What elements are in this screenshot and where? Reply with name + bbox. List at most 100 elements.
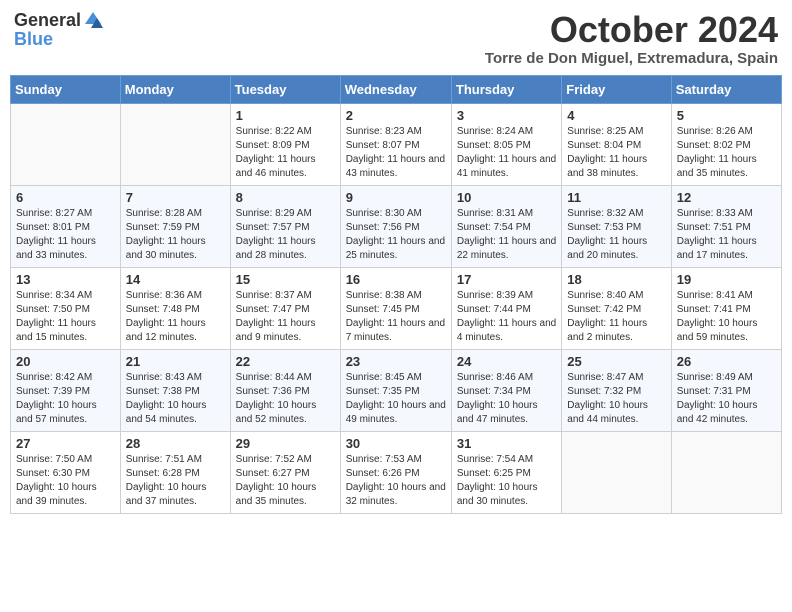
day-detail: Sunrise: 7:51 AMSunset: 6:28 PMDaylight:… (126, 454, 207, 507)
col-wednesday: Wednesday (340, 75, 451, 103)
day-number: 5 (677, 108, 776, 123)
day-detail: Sunrise: 8:28 AMSunset: 7:59 PMDaylight:… (126, 208, 206, 261)
day-number: 3 (457, 108, 556, 123)
col-tuesday: Tuesday (230, 75, 340, 103)
table-row: 24 Sunrise: 8:46 AMSunset: 7:34 PMDayligh… (451, 349, 561, 431)
day-number: 12 (677, 190, 776, 205)
day-detail: Sunrise: 8:49 AMSunset: 7:31 PMDaylight:… (677, 372, 758, 425)
table-row: 29 Sunrise: 7:52 AMSunset: 6:27 PMDayligh… (230, 431, 340, 513)
page-header: General Blue October 2024 Torre de Don M… (10, 10, 782, 67)
day-detail: Sunrise: 8:45 AMSunset: 7:35 PMDaylight:… (346, 372, 446, 425)
table-row (562, 431, 671, 513)
day-number: 22 (236, 354, 335, 369)
day-number: 13 (16, 272, 115, 287)
calendar-week-row: 20Sunrise: 8:42 AMSunset: 7:39 PMDayligh… (11, 349, 782, 431)
col-sunday: Sunday (11, 75, 121, 103)
calendar-week-row: 1 Sunrise: 8:22 AMSunset: 8:09 PMDaylight… (11, 103, 782, 185)
calendar-table: Sunday Monday Tuesday Wednesday Thursday… (10, 75, 782, 514)
calendar-week-row: 27Sunrise: 7:50 AMSunset: 6:30 PMDayligh… (11, 431, 782, 513)
day-detail: Sunrise: 8:44 AMSunset: 7:36 PMDaylight:… (236, 372, 317, 425)
day-detail: Sunrise: 8:22 AMSunset: 8:09 PMDaylight:… (236, 126, 316, 179)
col-thursday: Thursday (451, 75, 561, 103)
day-detail: Sunrise: 8:26 AMSunset: 8:02 PMDaylight:… (677, 126, 757, 179)
logo-blue: Blue (14, 30, 103, 48)
day-number: 28 (126, 436, 225, 451)
table-row: 25 Sunrise: 8:47 AMSunset: 7:32 PMDayligh… (562, 349, 671, 431)
day-number: 21 (126, 354, 225, 369)
table-row: 22 Sunrise: 8:44 AMSunset: 7:36 PMDayligh… (230, 349, 340, 431)
table-row: 3 Sunrise: 8:24 AMSunset: 8:05 PMDaylight… (451, 103, 561, 185)
day-number: 19 (677, 272, 776, 287)
day-number: 2 (346, 108, 446, 123)
table-row (120, 103, 230, 185)
day-detail: Sunrise: 8:24 AMSunset: 8:05 PMDaylight:… (457, 126, 556, 179)
table-row: 4Sunrise: 8:25 AMSunset: 8:04 PMDaylight… (562, 103, 671, 185)
table-row: 19Sunrise: 8:41 AMSunset: 7:41 PMDayligh… (671, 267, 781, 349)
day-detail: Sunrise: 8:46 AMSunset: 7:34 PMDaylight:… (457, 372, 538, 425)
day-detail: Sunrise: 8:36 AMSunset: 7:48 PMDaylight:… (126, 290, 206, 343)
table-row: 7 Sunrise: 8:28 AMSunset: 7:59 PMDaylight… (120, 185, 230, 267)
location-title: Torre de Don Miguel, Extremadura, Spain (485, 50, 778, 67)
table-row: 6Sunrise: 8:27 AMSunset: 8:01 PMDaylight… (11, 185, 121, 267)
table-row: 16 Sunrise: 8:38 AMSunset: 7:45 PMDayligh… (340, 267, 451, 349)
day-number: 25 (567, 354, 665, 369)
table-row: 30Sunrise: 7:53 AMSunset: 6:26 PMDayligh… (340, 431, 451, 513)
day-detail: Sunrise: 8:29 AMSunset: 7:57 PMDaylight:… (236, 208, 316, 261)
table-row: 8 Sunrise: 8:29 AMSunset: 7:57 PMDaylight… (230, 185, 340, 267)
day-number: 15 (236, 272, 335, 287)
day-detail: Sunrise: 8:37 AMSunset: 7:47 PMDaylight:… (236, 290, 316, 343)
day-number: 17 (457, 272, 556, 287)
day-number: 7 (126, 190, 225, 205)
table-row: 1 Sunrise: 8:22 AMSunset: 8:09 PMDaylight… (230, 103, 340, 185)
day-detail: Sunrise: 8:47 AMSunset: 7:32 PMDaylight:… (567, 372, 648, 425)
day-detail: Sunrise: 8:27 AMSunset: 8:01 PMDaylight:… (16, 208, 96, 261)
day-detail: Sunrise: 8:23 AMSunset: 8:07 PMDaylight:… (346, 126, 445, 179)
day-number: 30 (346, 436, 446, 451)
day-detail: Sunrise: 8:30 AMSunset: 7:56 PMDaylight:… (346, 208, 445, 261)
day-number: 18 (567, 272, 665, 287)
table-row (671, 431, 781, 513)
day-detail: Sunrise: 7:54 AMSunset: 6:25 PMDaylight:… (457, 454, 538, 507)
day-number: 16 (346, 272, 446, 287)
table-row: 10 Sunrise: 8:31 AMSunset: 7:54 PMDayligh… (451, 185, 561, 267)
day-number: 14 (126, 272, 225, 287)
day-number: 26 (677, 354, 776, 369)
day-number: 10 (457, 190, 556, 205)
day-detail: Sunrise: 8:40 AMSunset: 7:42 PMDaylight:… (567, 290, 647, 343)
day-number: 11 (567, 190, 665, 205)
day-number: 31 (457, 436, 556, 451)
logo-icon (83, 10, 103, 30)
table-row: 13 Sunrise: 8:34 AMSunset: 7:50 PMDayligh… (11, 267, 121, 349)
day-detail: Sunrise: 8:39 AMSunset: 7:44 PMDaylight:… (457, 290, 556, 343)
month-title: October 2024 (485, 10, 778, 50)
table-row: 23 Sunrise: 8:45 AMSunset: 7:35 PMDayligh… (340, 349, 451, 431)
table-row: 17 Sunrise: 8:39 AMSunset: 7:44 PMDayligh… (451, 267, 561, 349)
day-detail: Sunrise: 8:38 AMSunset: 7:45 PMDaylight:… (346, 290, 445, 343)
table-row: 18 Sunrise: 8:40 AMSunset: 7:42 PMDayligh… (562, 267, 671, 349)
calendar-week-row: 6Sunrise: 8:27 AMSunset: 8:01 PMDaylight… (11, 185, 782, 267)
day-detail: Sunrise: 8:43 AMSunset: 7:38 PMDaylight:… (126, 372, 207, 425)
day-number: 29 (236, 436, 335, 451)
logo-general: General (14, 11, 81, 29)
table-row: 14 Sunrise: 8:36 AMSunset: 7:48 PMDayligh… (120, 267, 230, 349)
day-detail: Sunrise: 8:33 AMSunset: 7:51 PMDaylight:… (677, 208, 757, 261)
day-number: 1 (236, 108, 335, 123)
day-detail: Sunrise: 8:31 AMSunset: 7:54 PMDaylight:… (457, 208, 556, 261)
calendar-week-row: 13 Sunrise: 8:34 AMSunset: 7:50 PMDayligh… (11, 267, 782, 349)
table-row: 28 Sunrise: 7:51 AMSunset: 6:28 PMDayligh… (120, 431, 230, 513)
day-detail: Sunrise: 7:52 AMSunset: 6:27 PMDaylight:… (236, 454, 317, 507)
calendar-header-row: Sunday Monday Tuesday Wednesday Thursday… (11, 75, 782, 103)
day-number: 24 (457, 354, 556, 369)
day-number: 20 (16, 354, 115, 369)
col-monday: Monday (120, 75, 230, 103)
day-number: 8 (236, 190, 335, 205)
day-number: 23 (346, 354, 446, 369)
table-row: 21 Sunrise: 8:43 AMSunset: 7:38 PMDayligh… (120, 349, 230, 431)
table-row: 20Sunrise: 8:42 AMSunset: 7:39 PMDayligh… (11, 349, 121, 431)
day-detail: Sunrise: 8:32 AMSunset: 7:53 PMDaylight:… (567, 208, 647, 261)
title-block: October 2024 Torre de Don Miguel, Extrem… (485, 10, 778, 67)
table-row: 2 Sunrise: 8:23 AMSunset: 8:07 PMDaylight… (340, 103, 451, 185)
col-saturday: Saturday (671, 75, 781, 103)
day-detail: Sunrise: 8:34 AMSunset: 7:50 PMDaylight:… (16, 290, 96, 343)
table-row: 15 Sunrise: 8:37 AMSunset: 7:47 PMDayligh… (230, 267, 340, 349)
